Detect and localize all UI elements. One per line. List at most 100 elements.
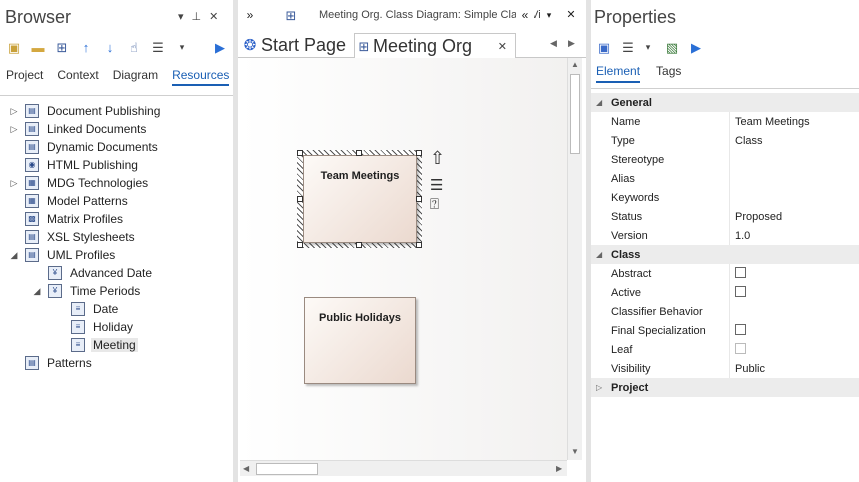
tab-start-page[interactable]: ❂ Start Page [241,33,353,58]
prop-abstract[interactable]: Abstract [591,264,859,283]
prop-value[interactable]: Team Meetings [735,116,810,128]
quick-linker-arrow-icon[interactable]: ⇧ [430,148,445,169]
prop-final-specialization[interactable]: Final Specialization [591,321,859,340]
folder-icon[interactable]: ▬ [29,38,47,56]
category-class[interactable]: ◢ Class [591,245,859,264]
tree-item-advanced-date[interactable]: ¥ Advanced Date [0,264,233,282]
scroll-left-icon[interactable]: ◀ [243,464,249,473]
move-down-icon[interactable]: ↓ [101,38,119,56]
resize-handle[interactable] [416,150,422,156]
prop-classifier-behavior[interactable]: Classifier Behavior [591,302,859,321]
collapse-icon[interactable]: ◢ [596,250,602,259]
add-element-icon[interactable]: ⊞ [53,38,71,56]
prop-value[interactable]: 1.0 [735,230,750,242]
prop-value[interactable]: Proposed [735,211,782,223]
expand-icon[interactable]: ▷ [596,383,602,392]
pin-icon[interactable]: ⊥ [192,10,202,23]
resize-handle[interactable] [297,150,303,156]
nav-resources[interactable]: Resources [172,68,230,86]
close-icon[interactable]: ✕ [562,6,580,24]
tab-element[interactable]: Element [596,64,641,83]
close-icon[interactable]: ✕ [209,10,218,23]
menu-icon[interactable]: ☰ [619,38,637,56]
double-chevron-left-icon[interactable]: « [516,6,534,24]
dropdown-icon[interactable]: ▾ [173,38,191,56]
nav-project[interactable]: Project [6,68,43,86]
expand-icon[interactable]: ▷ [9,124,19,135]
leaf-checkbox[interactable] [735,342,746,354]
resize-handle[interactable] [416,242,422,248]
nav-context[interactable]: Context [57,68,98,86]
resize-handle[interactable] [297,242,303,248]
diagram-canvas[interactable]: Team Meetings ⇧ ☰ ⍰ Public Holidays [240,58,567,460]
save-icon[interactable]: ▣ [595,38,613,56]
collapse-icon[interactable]: ◢ [9,250,19,261]
prop-active[interactable]: Active [591,283,859,302]
prop-keywords[interactable]: Keywords [591,188,859,207]
final-specialization-checkbox[interactable] [735,323,746,335]
tree-item-matrix-profiles[interactable]: ▩ Matrix Profiles [0,210,233,228]
class-public-holidays[interactable]: Public Holidays [304,297,416,384]
double-chevron-right-icon[interactable]: » [241,6,259,24]
tab-scroll-right-icon[interactable]: ▶ [568,38,575,49]
panel-menu-icon[interactable]: ▾ [178,10,184,23]
prop-value[interactable]: Public [735,363,765,375]
dropdown-icon[interactable]: ▾ [540,6,558,24]
format-painter-icon[interactable]: ⍰ [430,196,439,213]
tree-item-date[interactable]: ≡ Date [0,300,233,318]
expand-right-icon[interactable]: ▶ [211,38,229,56]
tree-item-xsl-stylesheets[interactable]: ▤ XSL Stylesheets [0,228,233,246]
category-project[interactable]: ▷ Project [591,378,859,397]
tab-close-icon[interactable]: ✕ [498,40,507,53]
resize-handle[interactable] [356,242,362,248]
tree-item-document-publishing[interactable]: ▷ ▤ Document Publishing [0,102,233,120]
category-general[interactable]: ◢ General [591,93,859,112]
menu-icon[interactable]: ☰ [149,38,167,56]
scroll-thumb[interactable] [256,463,318,475]
tree-item-time-periods[interactable]: ◢ ¥ Time Periods [0,282,233,300]
prop-visibility[interactable]: Visibility Public [591,359,859,378]
prop-alias[interactable]: Alias [591,169,859,188]
nav-diagram[interactable]: Diagram [113,68,158,86]
scroll-down-icon[interactable]: ▼ [571,447,579,456]
tree-item-model-patterns[interactable]: ▦ Model Patterns [0,192,233,210]
scroll-up-icon[interactable]: ▲ [571,60,579,69]
image-icon[interactable]: ▧ [663,38,681,56]
expand-icon[interactable]: ▷ [9,106,19,117]
resize-handle[interactable] [416,196,422,202]
tree-item-mdg-technologies[interactable]: ▷ ▦ MDG Technologies [0,174,233,192]
dropdown-icon[interactable]: ▾ [639,38,657,56]
tree-item-dynamic-documents[interactable]: ▤ Dynamic Documents [0,138,233,156]
horizontal-scrollbar[interactable]: ◀ ▶ [240,460,567,476]
prop-value[interactable]: Class [735,135,763,147]
tab-scroll-left-icon[interactable]: ◀ [550,38,557,49]
tab-tags[interactable]: Tags [656,64,681,83]
tree-item-meeting[interactable]: ≡ Meeting [0,336,233,354]
expand-right-icon[interactable]: ▶ [687,38,705,56]
tab-meeting-org[interactable]: ⊞ Meeting Org ✕ [354,33,516,58]
scroll-right-icon[interactable]: ▶ [556,464,562,473]
prop-version[interactable]: Version 1.0 [591,226,859,245]
class-team-meetings[interactable]: Team Meetings [303,155,417,243]
vertical-scrollbar[interactable]: ▲ ▼ [567,58,582,460]
collapse-icon[interactable]: ◢ [32,286,42,297]
tree-item-html-publishing[interactable]: ◉ HTML Publishing [0,156,233,174]
tree-item-patterns[interactable]: ▤ Patterns [0,354,233,372]
locate-icon[interactable]: ☝ [125,38,143,56]
scroll-thumb[interactable] [570,74,580,154]
move-up-icon[interactable]: ↑ [77,38,95,56]
collapse-icon[interactable]: ◢ [596,98,602,107]
resize-handle[interactable] [297,196,303,202]
active-checkbox[interactable] [735,285,746,297]
prop-leaf[interactable]: Leaf [591,340,859,359]
element-list-icon[interactable]: ☰ [430,176,443,194]
expand-icon[interactable]: ▷ [9,178,19,189]
tree-item-linked-documents[interactable]: ▷ ▤ Linked Documents [0,120,233,138]
prop-status[interactable]: Status Proposed [591,207,859,226]
abstract-checkbox[interactable] [735,266,746,278]
prop-stereotype[interactable]: Stereotype [591,150,859,169]
prop-name[interactable]: Name Team Meetings [591,112,859,131]
resize-handle[interactable] [356,150,362,156]
new-package-icon[interactable]: ▣ [5,38,23,56]
tree-item-holiday[interactable]: ≡ Holiday [0,318,233,336]
